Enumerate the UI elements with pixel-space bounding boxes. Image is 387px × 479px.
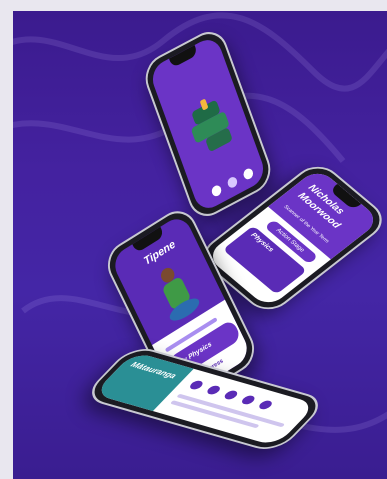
lesson-item-3[interactable]: [222, 389, 240, 401]
physics-section-label: Physics: [249, 231, 275, 254]
page-frame: Nicholas Moorwood Scanner of the Year Te…: [0, 0, 387, 479]
home-icon[interactable]: [210, 183, 223, 198]
lesson-item-5[interactable]: [256, 399, 275, 411]
3d-island-illustration: [180, 86, 245, 166]
lesson-item-4[interactable]: [239, 394, 257, 406]
lesson-item-1[interactable]: [187, 379, 206, 391]
avatar-icon[interactable]: [226, 175, 239, 190]
poster-background: Nicholas Moorwood Scanner of the Year Te…: [13, 11, 387, 479]
settings-icon[interactable]: [242, 166, 255, 182]
lesson-item-2[interactable]: [204, 384, 223, 396]
